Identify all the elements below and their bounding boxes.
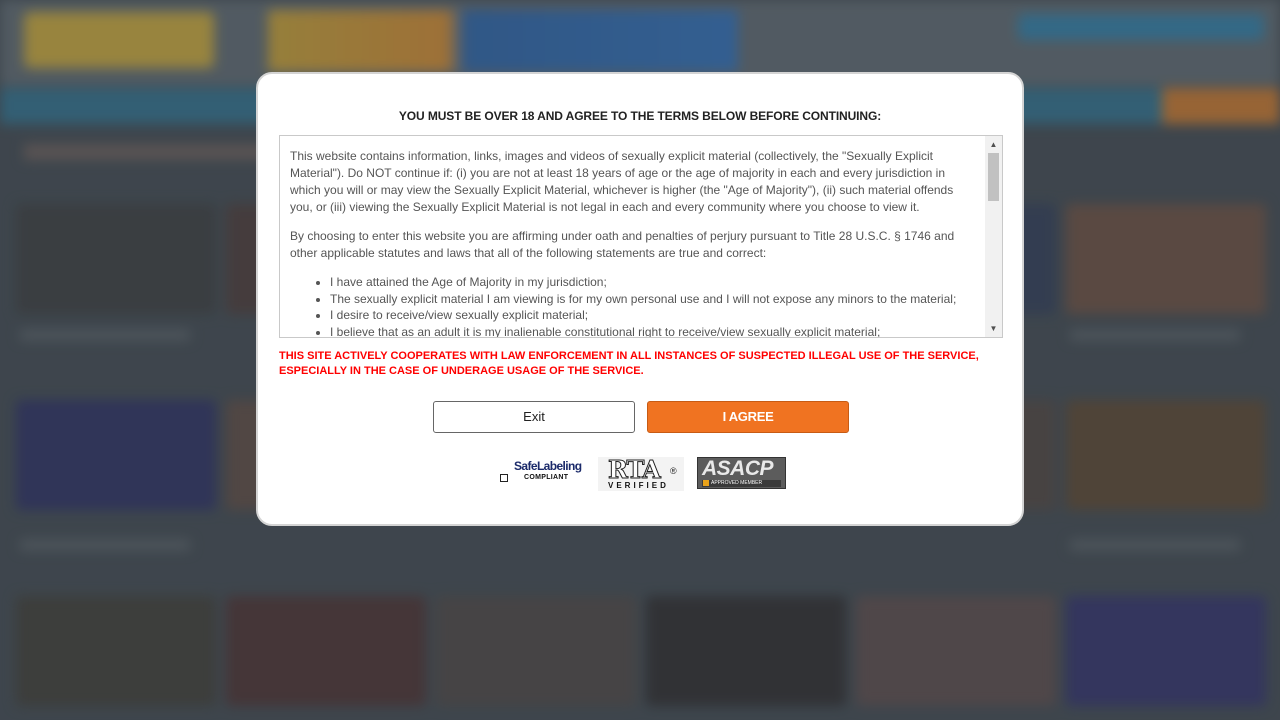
- terms-list-item: I have attained the Age of Majority in m…: [330, 274, 973, 291]
- scroll-down-arrow-icon[interactable]: ▼: [985, 320, 1002, 337]
- checkbox-icon: [500, 474, 508, 482]
- asacp-member-bar: APPROVED MEMBER: [702, 480, 781, 487]
- registered-mark: ®: [670, 466, 677, 476]
- asacp-subtitle: APPROVED MEMBER: [711, 480, 763, 486]
- terms-list-item: The sexually explicit material I am view…: [330, 291, 973, 308]
- compliance-badges: SafeLabeling COMPLIANT RTA ® VERIFIED AS…: [258, 455, 1022, 491]
- terms-list-item: I believe that as an adult it is my inal…: [330, 324, 973, 338]
- terms-paragraph-1: This website contains information, links…: [290, 149, 954, 214]
- law-enforcement-warning: THIS SITE ACTIVELY COOPERATES WITH LAW E…: [279, 350, 979, 377]
- asacp-title: ASACP: [702, 457, 774, 480]
- terms-paragraph-2: By choosing to enter this website you ar…: [290, 229, 955, 260]
- terms-list-item: I desire to receive/view sexually explic…: [330, 307, 973, 324]
- terms-box[interactable]: This website contains information, links…: [279, 135, 1003, 338]
- scrollbar-thumb[interactable]: [988, 153, 999, 201]
- terms-text: This website contains information, links…: [280, 136, 985, 337]
- safelabeling-badge: SafeLabeling COMPLIANT: [500, 459, 584, 487]
- i-agree-button[interactable]: I AGREE: [647, 401, 849, 433]
- terms-scrollbar[interactable]: ▲ ▼: [985, 136, 1002, 337]
- scroll-up-arrow-icon[interactable]: ▲: [985, 136, 1002, 153]
- age-verification-modal: YOU MUST BE OVER 18 AND AGREE TO THE TER…: [256, 72, 1024, 526]
- modal-title: YOU MUST BE OVER 18 AND AGREE TO THE TER…: [398, 109, 882, 123]
- rta-title: RTA: [608, 455, 662, 485]
- asacp-badge: ASACP APPROVED MEMBER: [697, 457, 786, 489]
- safelabeling-title: SafeLabeling: [514, 459, 582, 473]
- check-icon: [703, 480, 709, 486]
- terms-list: I have attained the Age of Majority in m…: [330, 274, 973, 337]
- safelabeling-subtitle: COMPLIANT: [524, 474, 569, 481]
- rta-subtitle: VERIFIED: [608, 481, 669, 490]
- exit-button[interactable]: Exit: [433, 401, 635, 433]
- rta-badge: RTA ® VERIFIED: [598, 455, 684, 491]
